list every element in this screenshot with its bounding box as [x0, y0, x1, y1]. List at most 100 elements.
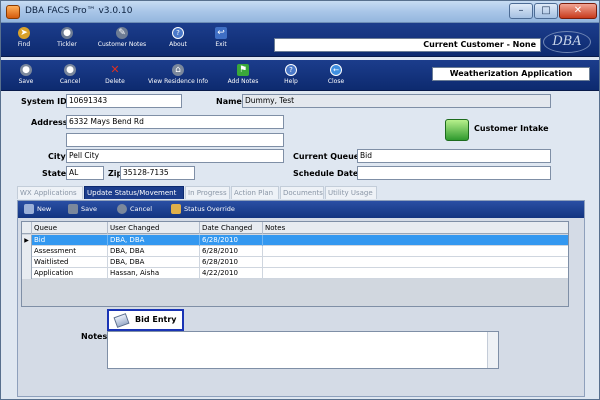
bid-entry-label: Bid Entry: [135, 315, 177, 324]
row-header-corner: [22, 222, 32, 234]
customer-intake-icon[interactable]: [445, 119, 469, 141]
grid-header: Queue User Changed Date Changed Notes: [22, 222, 568, 234]
save-icon: [68, 204, 78, 214]
system-id-field[interactable]: 10691343: [66, 94, 182, 108]
close-button[interactable]: ✕: [559, 3, 597, 19]
cell-date-changed[interactable]: 4/22/2010: [200, 268, 263, 279]
table-row[interactable]: Waitlisted DBA, DBA 6/28/2010: [22, 257, 568, 268]
customer-intake-label[interactable]: Customer Intake: [474, 124, 549, 133]
help-icon: ?: [285, 64, 297, 76]
status-override-label: Status Override: [184, 205, 235, 213]
cell-user-changed[interactable]: DBA, DBA: [108, 246, 200, 257]
cell-queue[interactable]: Waitlisted: [32, 257, 108, 268]
view-residence-icon: ⌂: [172, 64, 184, 76]
minimize-button[interactable]: –: [509, 3, 533, 19]
close-record-button[interactable]: ← Close: [325, 62, 347, 92]
about-label: About: [169, 41, 187, 48]
cell-date-changed[interactable]: 6/28/2010: [200, 246, 263, 257]
status-cancel-label: Cancel: [130, 205, 153, 213]
notes-textarea[interactable]: [107, 331, 499, 369]
new-icon: [24, 204, 34, 214]
exit-button[interactable]: ↩ Exit: [211, 25, 231, 55]
customer-notes-button[interactable]: ✎ Customer Notes: [97, 25, 147, 55]
notes-scrollbar[interactable]: [487, 332, 498, 368]
table-row[interactable]: Assessment DBA, DBA 6/28/2010: [22, 246, 568, 257]
cell-notes[interactable]: [263, 268, 568, 279]
about-button[interactable]: ? About: [165, 25, 191, 55]
new-button[interactable]: New: [24, 203, 51, 216]
section-title: Weatherization Application: [432, 67, 590, 81]
tab-action-plan[interactable]: Action Plan: [231, 186, 279, 199]
cancel-icon: ●: [64, 64, 76, 76]
status-cancel-button[interactable]: Cancel: [117, 203, 152, 216]
add-notes-button[interactable]: ⚑ Add Notes: [226, 62, 260, 92]
cell-notes[interactable]: [263, 246, 568, 257]
cancel-button[interactable]: ● Cancel: [57, 62, 83, 92]
window-title: DBA FACS Pro™ v3.0.10: [25, 6, 133, 16]
state-field[interactable]: AL: [66, 166, 104, 180]
find-icon: ➤: [18, 27, 30, 39]
zip-field[interactable]: 35128-7135: [120, 166, 195, 180]
minimize-icon: –: [518, 5, 524, 16]
tickler-button[interactable]: ● Tickler: [53, 25, 81, 55]
city-field[interactable]: Pell City: [66, 149, 284, 163]
row-header: [22, 257, 32, 268]
cell-user-changed[interactable]: DBA, DBA: [108, 235, 200, 246]
close-record-icon: ←: [330, 64, 342, 76]
exit-label: Exit: [215, 41, 227, 48]
name-field[interactable]: Dummy, Test: [242, 94, 551, 108]
column-header-date-changed[interactable]: Date Changed: [200, 222, 263, 234]
tab-utility-usage[interactable]: Utility Usage: [325, 186, 377, 199]
bid-entry-button[interactable]: Bid Entry: [107, 309, 184, 331]
cell-date-changed[interactable]: 6/28/2010: [200, 257, 263, 268]
cell-notes[interactable]: [263, 257, 568, 268]
cell-user-changed[interactable]: Hassan, Aisha: [108, 268, 200, 279]
cell-queue[interactable]: Application: [32, 268, 108, 279]
table-row[interactable]: Application Hassan, Aisha 4/22/2010: [22, 268, 568, 279]
view-residence-info-button[interactable]: ⌂ View Residence Info: [144, 62, 212, 92]
bid-entry-icon: [113, 313, 130, 328]
address-line1-field[interactable]: 6332 Mays Bend Rd: [66, 115, 284, 129]
save-button[interactable]: ● Save: [13, 62, 39, 92]
address-line2-field[interactable]: [66, 133, 284, 147]
status-save-button[interactable]: Save: [68, 203, 97, 216]
table-row[interactable]: ▶ Bid DBA, DBA 6/28/2010: [22, 235, 568, 246]
delete-label: Delete: [105, 78, 125, 85]
cell-queue[interactable]: Assessment: [32, 246, 108, 257]
delete-button[interactable]: ✕ Delete: [101, 62, 129, 92]
tickler-icon: ●: [61, 27, 73, 39]
find-button[interactable]: ➤ Find: [11, 25, 37, 55]
current-queue-field[interactable]: Bid: [357, 149, 551, 163]
help-button[interactable]: ? Help: [281, 62, 301, 92]
cell-user-changed[interactable]: DBA, DBA: [108, 257, 200, 268]
state-label: State: [42, 169, 67, 178]
maximize-button[interactable]: □: [534, 3, 558, 19]
tickler-label: Tickler: [57, 41, 77, 48]
address-label: Address: [31, 118, 68, 127]
current-customer-display: Current Customer - None: [274, 38, 541, 52]
status-history-grid: Queue User Changed Date Changed Notes ▶ …: [21, 221, 569, 307]
status-override-icon: [171, 204, 181, 214]
tab-documents[interactable]: Documents: [280, 186, 324, 199]
cell-date-changed[interactable]: 6/28/2010: [200, 235, 263, 246]
save-label: Save: [18, 78, 34, 85]
column-header-notes[interactable]: Notes: [263, 222, 568, 234]
row-indicator-icon: ▶: [22, 235, 32, 246]
schedule-date-field[interactable]: [357, 166, 551, 180]
status-save-label: Save: [81, 205, 97, 213]
tab-update-status-movement[interactable]: Update Status/Movement: [84, 186, 184, 199]
application-window: DBA FACS Pro™ v3.0.10 – □ ✕ ➤ Find ● Tic…: [0, 0, 600, 400]
column-header-queue[interactable]: Queue: [32, 222, 108, 234]
cell-notes[interactable]: [263, 235, 568, 246]
title-bar[interactable]: DBA FACS Pro™ v3.0.10 – □ ✕: [1, 1, 599, 23]
add-notes-label: Add Notes: [227, 78, 259, 85]
status-override-button[interactable]: Status Override: [171, 203, 235, 216]
cancel-label: Cancel: [59, 78, 81, 85]
row-header: [22, 268, 32, 279]
column-header-user-changed[interactable]: User Changed: [108, 222, 200, 234]
tab-in-progress[interactable]: In Progress: [185, 186, 230, 199]
tab-wx-applications[interactable]: WX Applications: [17, 186, 83, 199]
system-id-label: System ID: [21, 97, 67, 106]
cell-queue[interactable]: Bid: [32, 235, 108, 246]
app-icon: [6, 5, 20, 19]
